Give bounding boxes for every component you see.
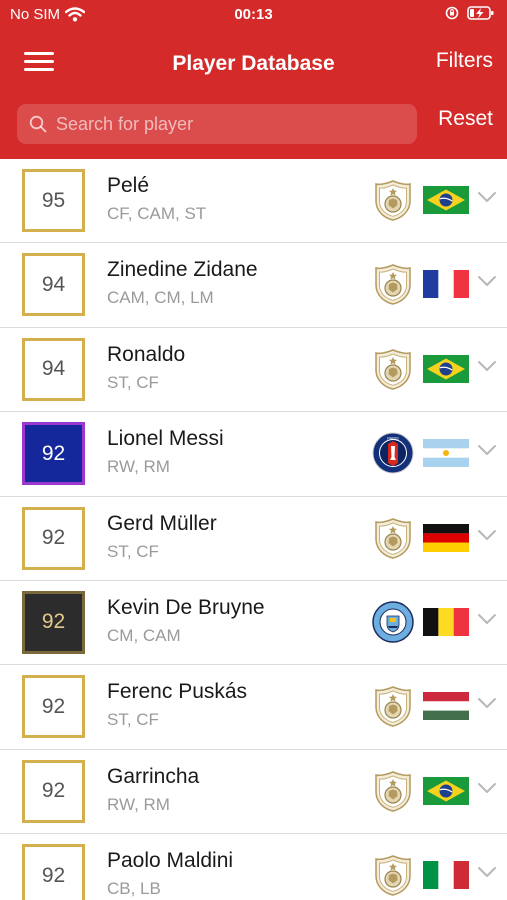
orientation-lock-icon	[445, 6, 459, 20]
player-name: Ronaldo	[107, 342, 186, 366]
player-row[interactable]: 92 Ferenc Puskás ST, CF	[0, 665, 507, 750]
player-rating-card: 95	[22, 169, 85, 232]
icon-badge-icon	[375, 349, 411, 390]
battery-charging-icon	[467, 6, 494, 20]
page-title: Player Database	[172, 52, 335, 75]
player-row[interactable]: 95 Pelé CF, CAM, ST	[0, 159, 507, 244]
search-icon	[29, 115, 47, 133]
player-row[interactable]: 94 Ronaldo ST, CF	[0, 328, 507, 413]
app-header: No SIM 00:13 Player Database Filters Sea…	[0, 0, 507, 159]
italy-flag-icon	[423, 861, 469, 890]
germany-flag-icon	[423, 523, 469, 552]
icon-badge-icon	[375, 770, 411, 812]
search-row: Reset	[0, 96, 507, 159]
player-rating-card: 92	[22, 675, 85, 739]
chevron-down-icon[interactable]	[476, 443, 498, 457]
status-time: 00:13	[234, 6, 273, 23]
chevron-down-icon[interactable]	[476, 781, 498, 795]
player-name: Kevin De Bruyne	[107, 595, 265, 619]
nav-bar: Player Database Filters	[0, 30, 507, 96]
chevron-down-icon[interactable]	[476, 359, 498, 373]
player-positions: ST, CF	[107, 541, 159, 561]
player-row[interactable]: 92 Lionel Messi RW, RM	[0, 412, 507, 497]
icon-badge-icon	[375, 517, 411, 559]
chevron-down-icon[interactable]	[476, 190, 498, 204]
player-name: Garrincha	[107, 764, 200, 788]
player-rating-card: 94	[22, 253, 85, 317]
player-rating-card: 92	[22, 844, 85, 900]
player-rating-card: 92	[22, 422, 85, 486]
man-city-badge-icon	[372, 601, 414, 643]
search-input[interactable]	[56, 113, 376, 135]
chevron-down-icon[interactable]	[476, 274, 498, 288]
chevron-down-icon[interactable]	[476, 865, 498, 879]
player-list: 95 Pelé CF, CAM, ST 94 Zinedine Zidane CAM, C…	[0, 159, 507, 900]
player-name: Pelé	[107, 174, 150, 197]
player-row[interactable]: 92 Garrincha RW, RM	[0, 750, 507, 835]
hungary-flag-icon	[423, 692, 469, 721]
player-rating-card: 92	[22, 590, 85, 654]
player-name: Lionel Messi	[107, 427, 224, 451]
brazil-flag-icon	[423, 354, 469, 383]
player-row[interactable]: 92 Kevin De Bruyne CM, CAM	[0, 581, 507, 666]
player-name: Zinedine Zidane	[107, 258, 258, 282]
brazil-flag-icon	[423, 186, 469, 214]
player-name: Paolo Maldini	[107, 849, 234, 873]
player-positions: ST, CF	[107, 372, 159, 392]
psg-badge-icon	[372, 432, 414, 474]
reset-button[interactable]: Reset	[438, 107, 493, 131]
player-name: Ferenc Puskás	[107, 680, 248, 704]
player-rating-card: 92	[22, 759, 85, 823]
player-positions: RW, RM	[107, 457, 170, 477]
belgium-flag-icon	[423, 607, 469, 636]
player-row[interactable]: 92 Gerd Müller ST, CF	[0, 497, 507, 581]
player-positions: RW, RM	[107, 794, 170, 814]
icon-badge-icon	[375, 686, 411, 728]
status-right	[445, 5, 495, 21]
filters-button[interactable]: Filters	[436, 49, 493, 73]
player-name: Gerd Müller	[107, 511, 217, 535]
argentina-flag-icon	[423, 439, 469, 468]
brazil-flag-icon	[423, 776, 469, 805]
player-row[interactable]: 94 Zinedine Zidane CAM, CM, LM	[0, 243, 507, 328]
player-positions: CM, CAM	[107, 625, 181, 645]
chevron-down-icon[interactable]	[476, 612, 498, 626]
player-positions: ST, CF	[107, 710, 159, 730]
player-positions: CAM, CM, LM	[107, 288, 214, 308]
player-row[interactable]: 92 Paolo Maldini CB, LB	[0, 834, 507, 900]
chevron-down-icon[interactable]	[476, 528, 498, 542]
player-positions: CF, CAM, ST	[107, 204, 207, 223]
chevron-down-icon[interactable]	[476, 696, 498, 710]
player-positions: CB, LB	[107, 879, 161, 899]
status-bar: No SIM 00:13	[0, 0, 507, 30]
player-rating-card: 94	[22, 337, 85, 401]
search-box[interactable]	[17, 104, 417, 144]
icon-badge-icon	[375, 264, 411, 306]
player-rating-card: 92	[22, 506, 85, 570]
icon-badge-icon	[375, 855, 411, 896]
icon-badge-icon	[375, 180, 411, 221]
france-flag-icon	[423, 270, 469, 299]
